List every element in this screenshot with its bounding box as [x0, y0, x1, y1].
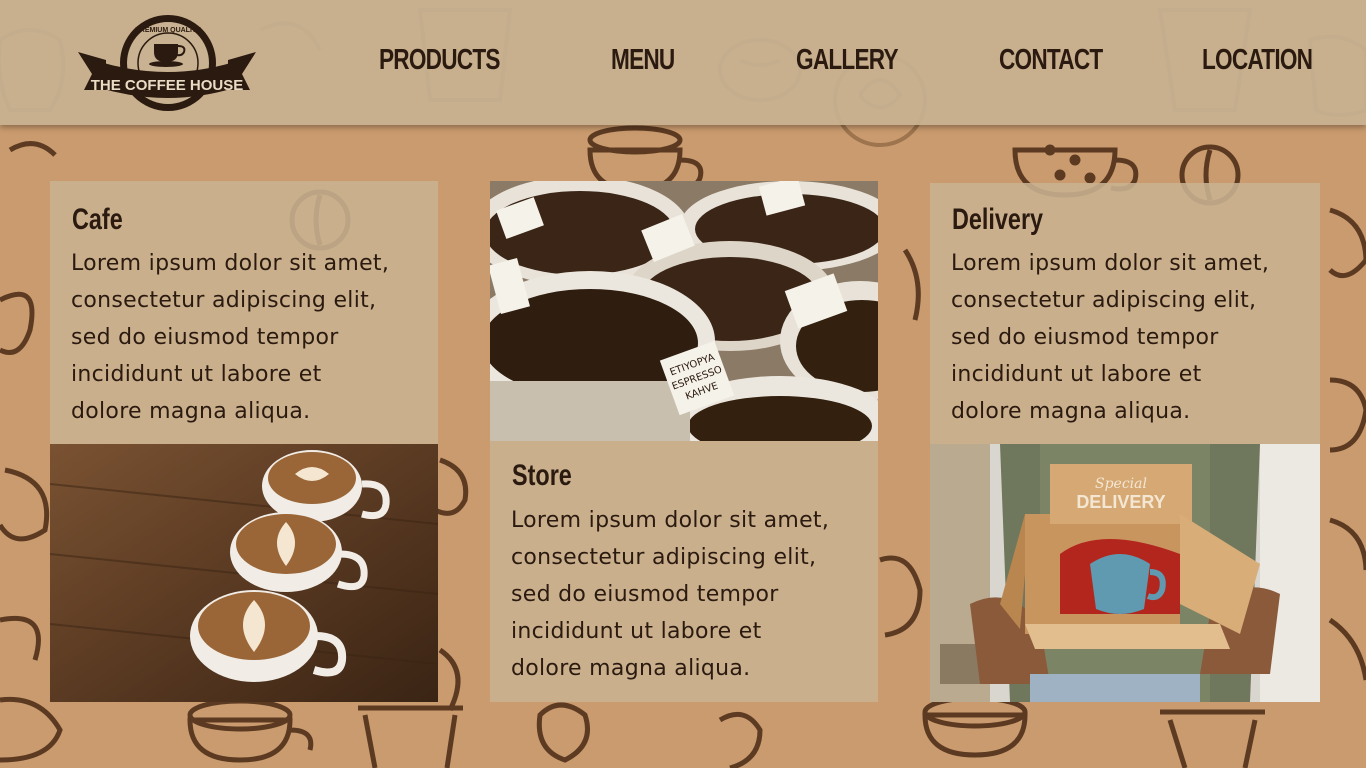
box-lid-delivery: DELIVERY: [1076, 492, 1165, 512]
store-line: Lorem ipsum dolor sit amet,: [511, 508, 830, 533]
logo-banner-text: THE COFFEE HOUSE: [91, 77, 244, 94]
coffee-beans-photo: ETIYOPYA ESPRESSO KAHVE: [490, 181, 878, 441]
store-title: Store: [512, 459, 572, 492]
cafe-title: Cafe: [72, 203, 123, 236]
logo-top-text: PREMIUM QUALITY: [135, 27, 201, 34]
nav-menu[interactable]: MENU: [611, 44, 675, 77]
store-text: Lorem ipsum dolor sit amet, consectetur …: [511, 502, 829, 687]
delivery-line: dolore magna aliqua.: [951, 399, 1191, 424]
nav-gallery[interactable]: GALLERY: [796, 44, 899, 77]
box-lid-special: Special: [1095, 476, 1147, 492]
nav-contact[interactable]: CONTACT: [999, 44, 1103, 77]
cafe-line: consectetur adipiscing elit,: [71, 288, 377, 313]
cafe-line: dolore magna aliqua.: [71, 399, 311, 424]
nav-location[interactable]: LOCATION: [1202, 44, 1313, 77]
store-card: Store Lorem ipsum dolor sit amet, consec…: [490, 441, 878, 702]
delivery-line: incididunt ut labore et: [951, 362, 1202, 387]
store-line: incididunt ut labore et: [511, 619, 762, 644]
cafe-line: incididunt ut labore et: [71, 362, 322, 387]
delivery-box-photo: Special DELIVERY: [930, 444, 1320, 702]
store-line: sed do eiusmod tempor: [511, 582, 779, 607]
coffee-house-logo[interactable]: PREMIUM QUALITY THE COFFEE HOUSE: [76, 10, 258, 114]
delivery-title: Delivery: [952, 203, 1044, 236]
store-line: dolore magna aliqua.: [511, 656, 751, 681]
cafe-card: Cafe Lorem ipsum dolor sit amet, consect…: [50, 181, 438, 444]
delivery-line: Lorem ipsum dolor sit amet,: [951, 251, 1270, 276]
store-line: consectetur adipiscing elit,: [511, 545, 817, 570]
latte-cups-photo: [50, 444, 438, 702]
cafe-text: Lorem ipsum dolor sit amet, consectetur …: [71, 245, 389, 430]
delivery-text: Lorem ipsum dolor sit amet, consectetur …: [951, 245, 1269, 430]
delivery-card: Delivery Lorem ipsum dolor sit amet, con…: [930, 183, 1320, 444]
delivery-line: consectetur adipiscing elit,: [951, 288, 1257, 313]
cafe-line: sed do eiusmod tempor: [71, 325, 339, 350]
nav-products[interactable]: PRODUCTS: [379, 44, 500, 77]
site-header: PREMIUM QUALITY THE COFFEE HOUSE PRODUCT…: [0, 0, 1366, 125]
cafe-line: Lorem ipsum dolor sit amet,: [71, 251, 390, 276]
delivery-line: sed do eiusmod tempor: [951, 325, 1219, 350]
